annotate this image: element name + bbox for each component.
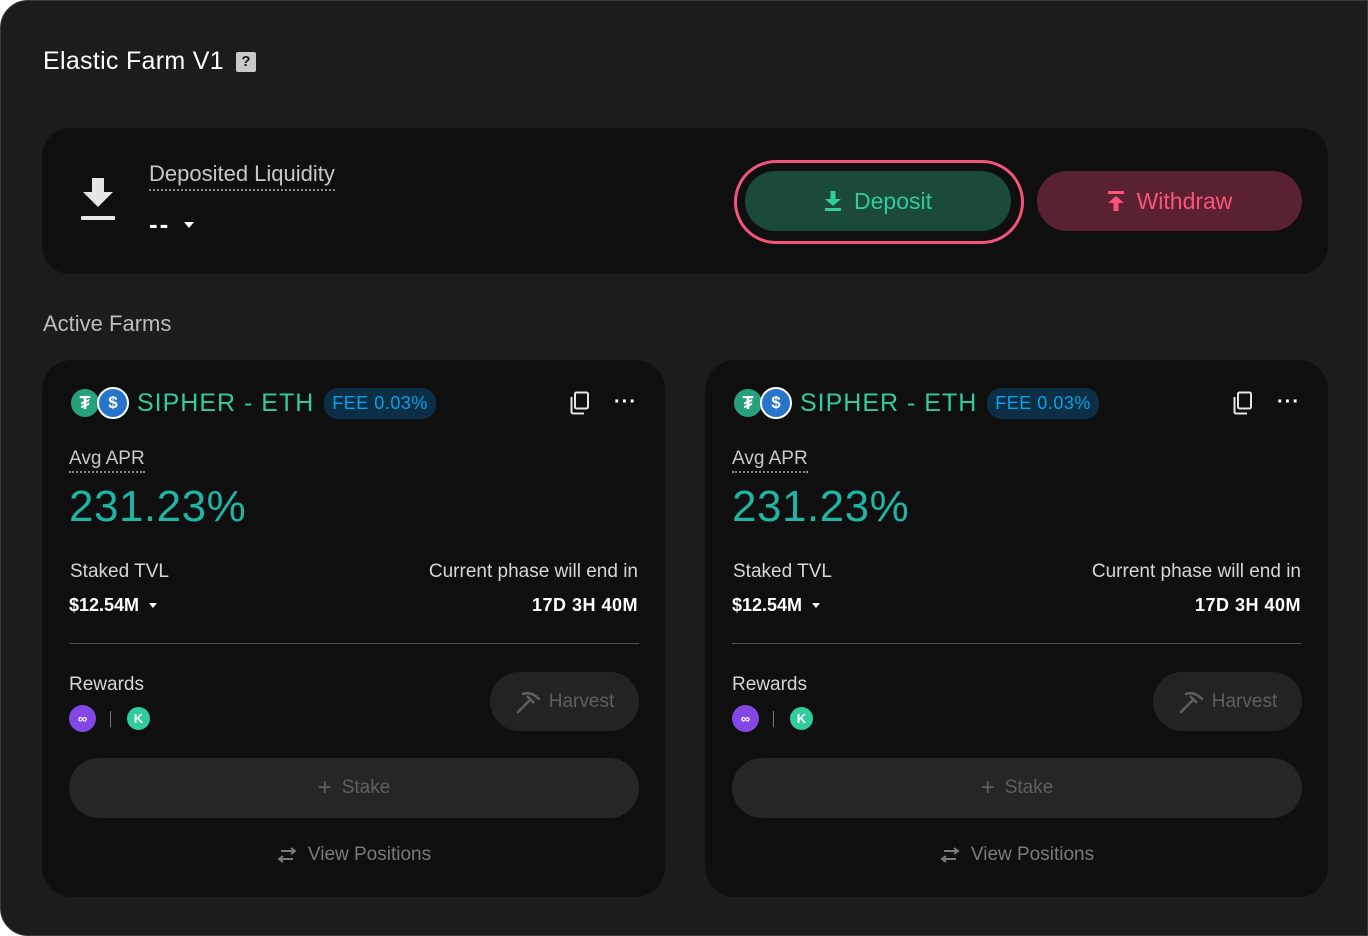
swap-arrows-icon	[277, 847, 297, 863]
avg-apr-value: 231.23%	[732, 482, 910, 531]
view-positions-link[interactable]: View Positions	[705, 844, 1328, 866]
pickaxe-icon	[516, 691, 541, 713]
knc-token-icon: K	[788, 705, 815, 732]
deposited-liquidity-value[interactable]: --	[149, 209, 195, 240]
phase-end-value: 17D 3H 40M	[1194, 595, 1301, 615]
staked-tvl-value[interactable]: $12.54M	[69, 595, 158, 616]
stake-label: Stake	[1004, 777, 1054, 798]
knc-token-icon: K	[125, 705, 152, 732]
deposit-label: Deposit	[854, 187, 932, 214]
pair-row: ₮ $ SIPHER - ETH FEE 0.03%	[69, 387, 436, 419]
view-positions-link[interactable]: View Positions	[42, 844, 665, 866]
harvest-label: Harvest	[1211, 690, 1278, 712]
caret-down-icon	[184, 221, 195, 228]
upload-icon	[1107, 191, 1124, 211]
tvl-amount: $12.54M	[69, 595, 140, 615]
rewards-label: Rewards	[732, 674, 807, 695]
avg-apr-value: 231.23%	[69, 482, 247, 531]
usdc-token-icon: $	[760, 387, 792, 419]
divider	[69, 643, 639, 644]
title-row: Elastic Farm V1 ?	[43, 47, 256, 76]
page-title: Elastic Farm V1	[43, 47, 224, 75]
elastic-farm-panel: Elastic Farm V1 ? Deposited Liquidity --…	[0, 0, 1368, 936]
fee-badge: FEE 0.03%	[324, 387, 436, 419]
rewards-label: Rewards	[69, 674, 144, 695]
pickaxe-icon	[1179, 691, 1204, 713]
view-positions-label: View Positions	[970, 844, 1095, 865]
caret-down-icon	[149, 603, 158, 608]
withdraw-label: Withdraw	[1136, 187, 1233, 214]
download-icon	[825, 191, 841, 211]
rewards-icons: ∞ K	[69, 705, 152, 732]
staked-tvl-label: Staked TVL	[70, 561, 169, 582]
phase-end-value: 17D 3H 40M	[531, 595, 638, 615]
active-farms-heading: Active Farms	[43, 311, 172, 336]
download-icon	[81, 178, 115, 220]
liquidity-amount: --	[149, 209, 171, 239]
plus-icon: +	[317, 774, 332, 801]
more-options-icon[interactable]: ···	[1277, 392, 1301, 412]
harvest-label: Harvest	[548, 690, 615, 712]
harvest-button[interactable]: Harvest	[1153, 672, 1302, 731]
pair-name: SIPHER - ETH	[800, 388, 978, 417]
rewards-icons: ∞ K	[732, 705, 815, 732]
staked-tvl-label: Staked TVL	[733, 561, 832, 582]
copy-icon[interactable]	[569, 391, 591, 415]
divider	[732, 643, 1302, 644]
fee-badge: FEE 0.03%	[987, 387, 1099, 419]
avg-apr-label[interactable]: Avg APR	[732, 448, 808, 473]
pair-row: ₮ $ SIPHER - ETH FEE 0.03%	[732, 387, 1099, 419]
stake-button[interactable]: + Stake	[732, 758, 1302, 818]
matic-token-icon: ∞	[732, 705, 759, 732]
farm-card: ₮ $ SIPHER - ETH FEE 0.03% ··· Avg APR 2…	[705, 360, 1328, 897]
view-positions-label: View Positions	[307, 844, 432, 865]
question-icon[interactable]: ?	[235, 51, 256, 72]
caret-down-icon	[812, 603, 821, 608]
deposited-liquidity-label[interactable]: Deposited Liquidity	[149, 161, 335, 191]
staked-tvl-value[interactable]: $12.54M	[732, 595, 821, 616]
stake-button[interactable]: + Stake	[69, 758, 639, 818]
avg-apr-label[interactable]: Avg APR	[69, 448, 145, 473]
plus-icon: +	[980, 774, 995, 801]
more-options-icon[interactable]: ···	[614, 392, 638, 412]
farm-card: ₮ $ SIPHER - ETH FEE 0.03% ··· Avg APR 2…	[42, 360, 665, 897]
usdc-token-icon: $	[97, 387, 129, 419]
withdraw-button[interactable]: Withdraw	[1037, 171, 1302, 231]
swap-arrows-icon	[940, 847, 960, 863]
stake-label: Stake	[341, 777, 391, 798]
tvl-amount: $12.54M	[732, 595, 803, 615]
deposit-button[interactable]: Deposit	[745, 171, 1011, 231]
harvest-button[interactable]: Harvest	[490, 672, 639, 731]
copy-icon[interactable]	[1232, 391, 1254, 415]
matic-token-icon: ∞	[69, 705, 96, 732]
pair-name: SIPHER - ETH	[137, 388, 315, 417]
phase-end-label: Current phase will end in	[1091, 561, 1301, 582]
separator	[110, 710, 111, 727]
separator	[773, 710, 774, 727]
phase-end-label: Current phase will end in	[428, 561, 638, 582]
